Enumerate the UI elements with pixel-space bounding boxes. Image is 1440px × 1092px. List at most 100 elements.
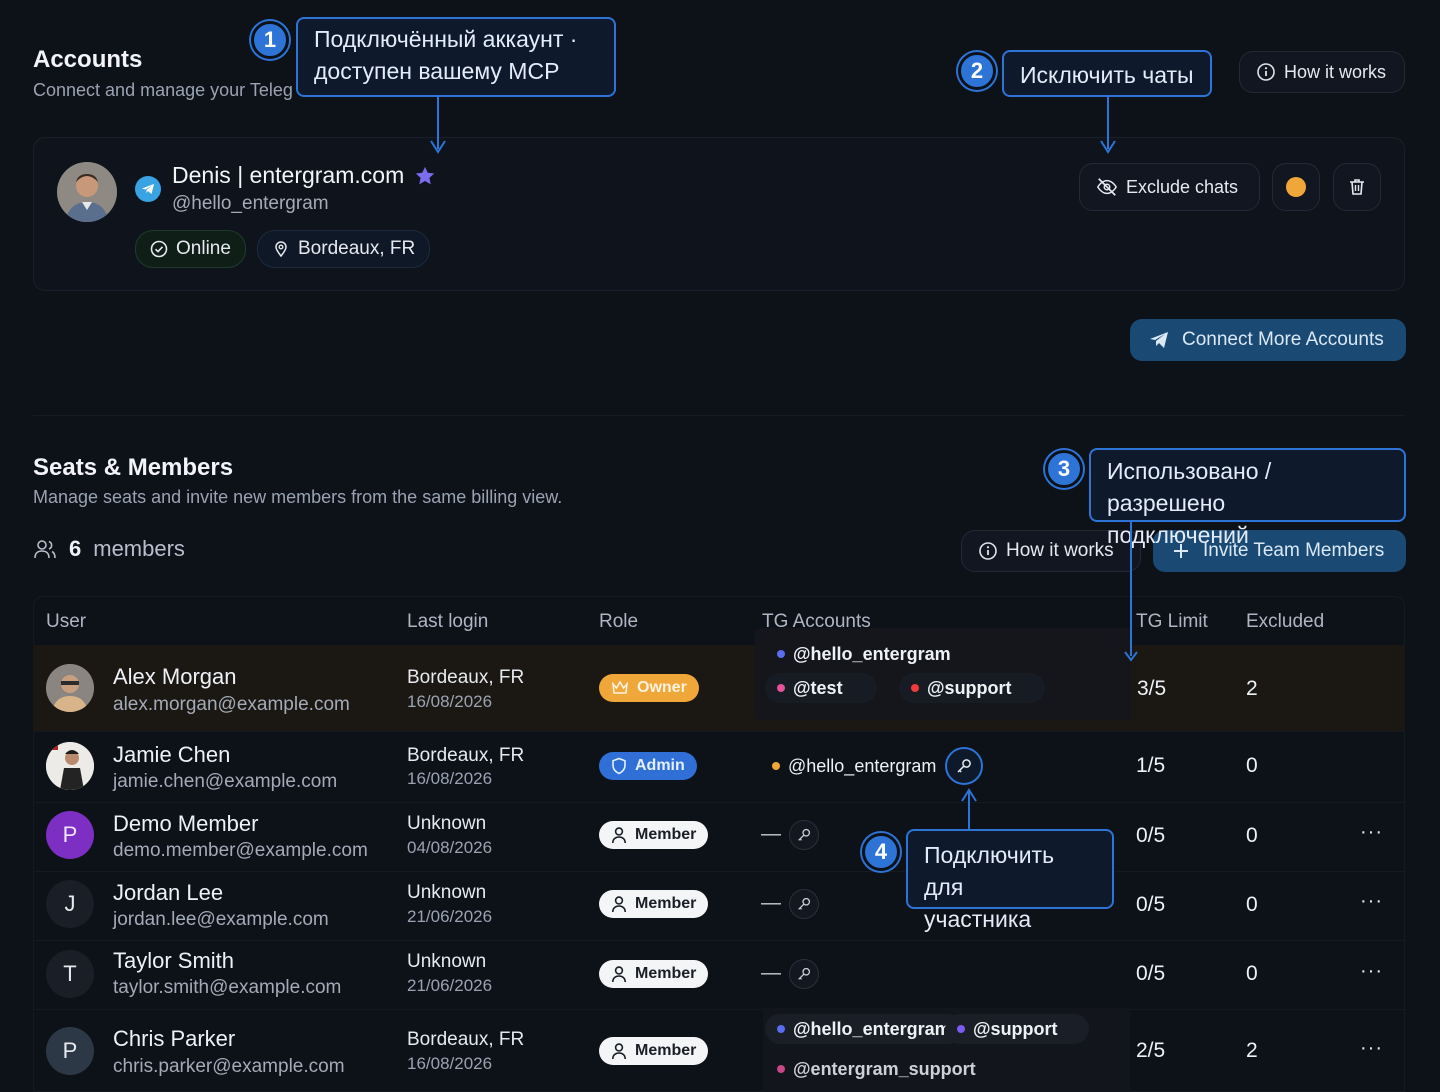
online-label: Online [176, 238, 231, 259]
excluded-count: 2 [1246, 677, 1258, 700]
col-excluded[interactable]: Excluded [1246, 611, 1324, 633]
row-more-button[interactable]: ··· [1360, 821, 1383, 844]
connect-key-button[interactable] [945, 747, 983, 785]
user-name: Jordan Lee [113, 880, 224, 905]
avatar: P [46, 1027, 94, 1075]
last-login-date: 16/08/2026 [407, 692, 493, 711]
avatar [46, 664, 94, 712]
excluded-count: 0 [1246, 824, 1258, 847]
map-pin-icon [275, 241, 287, 258]
last-login-location: Bordeaux, FR [407, 745, 525, 766]
callout-number-4: 4 [862, 833, 900, 871]
exclude-chats-button[interactable]: Exclude chats [1079, 163, 1260, 211]
col-role[interactable]: Role [599, 611, 638, 633]
location-badge: Bordeaux, FR [257, 230, 431, 268]
last-login-date: 04/08/2026 [407, 838, 493, 857]
status-dot [1286, 177, 1306, 197]
seats-title: Seats & Members [33, 454, 234, 481]
row-more-button[interactable]: ··· [1360, 960, 1383, 983]
eye-off-icon [1096, 178, 1118, 196]
tg-limit: 0/5 [1136, 893, 1166, 916]
members-count: 6 members [33, 536, 185, 562]
avatar [46, 742, 94, 790]
users-icon [34, 540, 56, 559]
avatar: J [46, 880, 94, 928]
no-accounts: — [761, 823, 781, 845]
how-it-works-label: How it works [1284, 61, 1387, 82]
connect-more-accounts-button[interactable]: Connect More Accounts [1130, 319, 1406, 361]
row-more-button[interactable]: ··· [1360, 890, 1383, 913]
table-row[interactable] [33, 1010, 1405, 1092]
callout-arrow-up [961, 788, 977, 830]
tg-account-chip[interactable]: @test [765, 673, 877, 703]
callout-1-line-2: доступен вашему MCP [314, 58, 560, 84]
tg-account-chip[interactable]: @support [899, 673, 1045, 703]
star-icon [416, 166, 435, 184]
how-it-works-button[interactable]: How it works [1239, 51, 1405, 93]
last-login-date: 21/06/2026 [407, 976, 493, 995]
user-email: jamie.chen@example.com [113, 771, 338, 792]
account-dot [772, 762, 780, 770]
callout-number-1: 1 [251, 21, 289, 59]
table-row[interactable] [33, 645, 1405, 731]
callout-3-line-2: подключений [1107, 522, 1249, 548]
excluded-count: 0 [1246, 754, 1258, 777]
location-label: Bordeaux, FR [298, 238, 416, 259]
last-login-date: 21/06/2026 [407, 907, 493, 926]
user-email: jordan.lee@example.com [113, 909, 329, 930]
callout-connect-member: Подключить для участника [906, 829, 1114, 932]
key-icon [798, 897, 811, 910]
last-login-location: Bordeaux, FR [407, 1029, 525, 1050]
tg-account-name: @support [927, 677, 1012, 698]
callout-number-3: 3 [1045, 450, 1083, 488]
user-email: alex.morgan@example.com [113, 694, 350, 715]
last-login-date: 16/08/2026 [407, 769, 493, 788]
excluded-count: 2 [1246, 1039, 1258, 1062]
col-tg-limit[interactable]: TG Limit [1136, 611, 1208, 633]
col-last-login[interactable]: Last login [407, 611, 488, 633]
user-name: Demo Member [113, 811, 259, 836]
role-label: Admin [635, 757, 685, 774]
check-circle-icon [150, 240, 168, 258]
send-icon [1150, 332, 1168, 348]
connect-key-button[interactable] [789, 889, 819, 919]
row-more-button[interactable]: ··· [1360, 1037, 1383, 1060]
exclude-chats-label: Exclude chats [1126, 176, 1239, 197]
last-login-location: Unknown [407, 882, 487, 903]
callout-4-line-1: Подключить для [924, 842, 1055, 900]
last-login-location: Unknown [407, 951, 487, 972]
connect-key-button[interactable] [789, 820, 819, 850]
callout-2-text: Исключить чаты [1020, 62, 1194, 88]
user-name: Jamie Chen [113, 742, 231, 767]
avatar: T [46, 950, 94, 998]
no-accounts: — [761, 962, 781, 984]
telegram-icon [135, 176, 161, 202]
callout-4-line-2: участника [924, 906, 1032, 932]
delete-account-button[interactable] [1333, 163, 1381, 211]
role-label: Owner [637, 679, 687, 696]
shield-icon [612, 757, 626, 775]
col-user[interactable]: User [46, 611, 86, 633]
tg-limit: 1/5 [1136, 754, 1166, 777]
user-icon [612, 966, 626, 983]
tg-account-name: @test [793, 677, 843, 698]
tg-account-chip[interactable]: @hello_entergram [760, 751, 948, 781]
tg-account-name: @hello_entergram [788, 755, 937, 776]
user-name: Alex Morgan [113, 664, 237, 689]
callout-arrow-down [430, 97, 446, 154]
connect-key-button[interactable] [789, 959, 819, 989]
last-login-date: 16/08/2026 [407, 1054, 493, 1073]
no-accounts: — [761, 892, 781, 914]
connect-more-label: Connect More Accounts [1182, 329, 1384, 350]
account-dot [777, 684, 785, 692]
account-avatar [57, 162, 117, 222]
status-toggle-button[interactable] [1272, 163, 1320, 211]
role-label: Member [635, 826, 697, 843]
tg-account-chip[interactable]: @hello_entergram [765, 639, 963, 669]
account-dot [911, 684, 919, 692]
role-badge-member: Member [599, 1037, 709, 1065]
account-dot [777, 650, 785, 658]
tg-limit: 2/5 [1136, 1039, 1166, 1062]
callout-exclude-chats: Исключить чаты [1002, 50, 1212, 97]
tg-limit: 0/5 [1136, 962, 1166, 985]
